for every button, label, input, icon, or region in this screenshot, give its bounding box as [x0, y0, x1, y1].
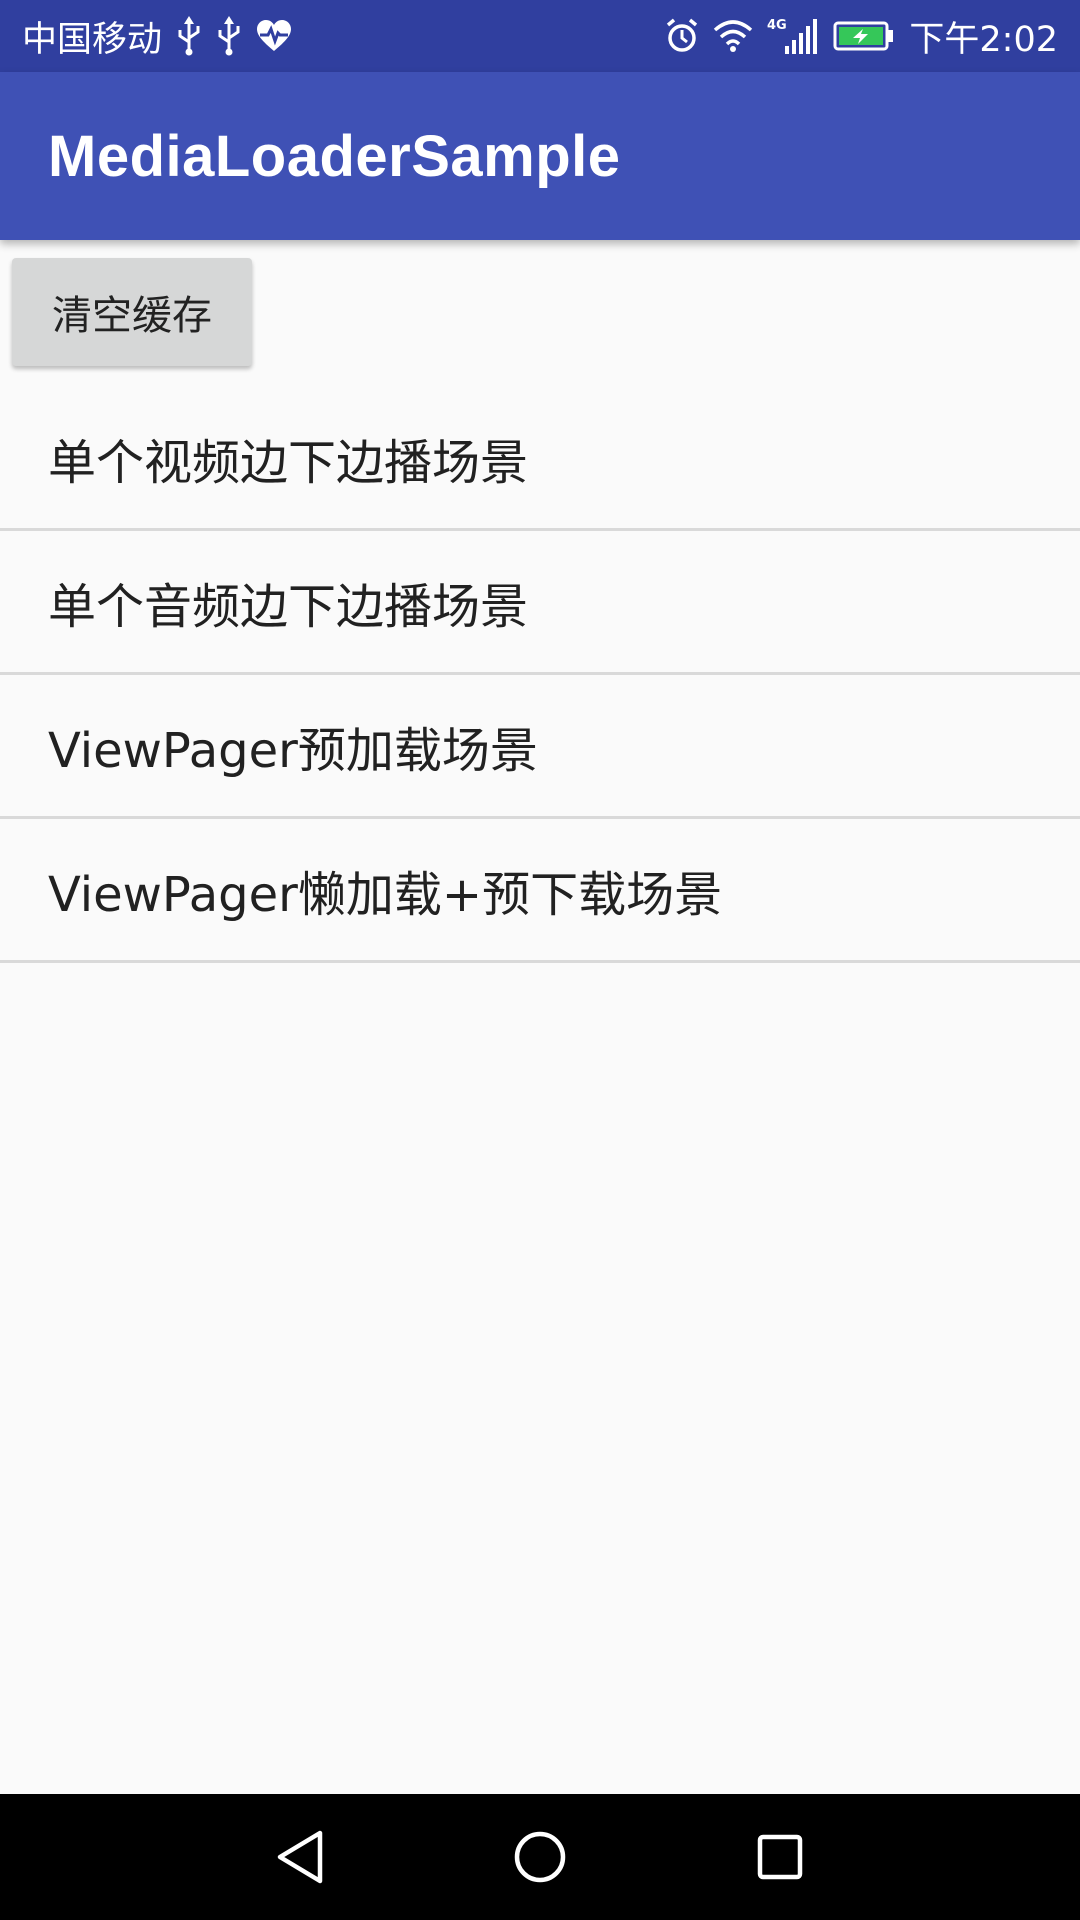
cell-signal-icon: 4G	[767, 14, 819, 58]
back-icon[interactable]	[270, 1827, 330, 1887]
list-item-single-audio[interactable]: 单个音频边下边播场景	[0, 531, 1080, 675]
usb-icon	[216, 14, 242, 58]
screen: 中国移动 4G 下午2:02 MediaLoaderSample 清空缓存 单个…	[0, 0, 1080, 1920]
list-item-label: 单个音频边下边播场景	[48, 578, 529, 635]
app-title: MediaLoaderSample	[48, 123, 621, 189]
home-icon[interactable]	[510, 1827, 570, 1887]
app-bar: MediaLoaderSample	[0, 72, 1080, 240]
clear-cache-button[interactable]: 清空缓存	[12, 258, 252, 366]
list-item-label: ViewPager懒加载+预下载场景	[48, 866, 723, 923]
clear-cache-label: 清空缓存	[52, 293, 212, 339]
clock-time: 下午2:02	[909, 19, 1058, 60]
list-item-viewpager-lazyload[interactable]: ViewPager懒加载+预下载场景	[0, 819, 1080, 963]
health-heart-icon	[256, 14, 292, 58]
network-type-label: 4G	[767, 18, 787, 33]
wifi-icon	[713, 14, 753, 58]
list-item-single-video[interactable]: 单个视频边下边播场景	[0, 387, 1080, 531]
list-item-label: ViewPager预加载场景	[48, 722, 538, 779]
recents-icon[interactable]	[750, 1827, 810, 1887]
status-right: 4G 下午2:02	[665, 11, 1058, 62]
list-item-label: 单个视频边下边播场景	[48, 434, 529, 491]
carrier-name: 中国移动	[22, 19, 163, 60]
status-left: 中国移动	[22, 11, 292, 62]
usb-icon	[176, 14, 202, 58]
status-bar: 中国移动 4G 下午2:02	[0, 0, 1080, 72]
navigation-bar	[0, 1794, 1080, 1920]
alarm-icon	[665, 14, 699, 58]
list-item-viewpager-preload[interactable]: ViewPager预加载场景	[0, 675, 1080, 819]
scenario-list: 单个视频边下边播场景 单个音频边下边播场景 ViewPager预加载场景 Vie…	[0, 387, 1080, 963]
battery-charging-icon	[833, 14, 895, 58]
